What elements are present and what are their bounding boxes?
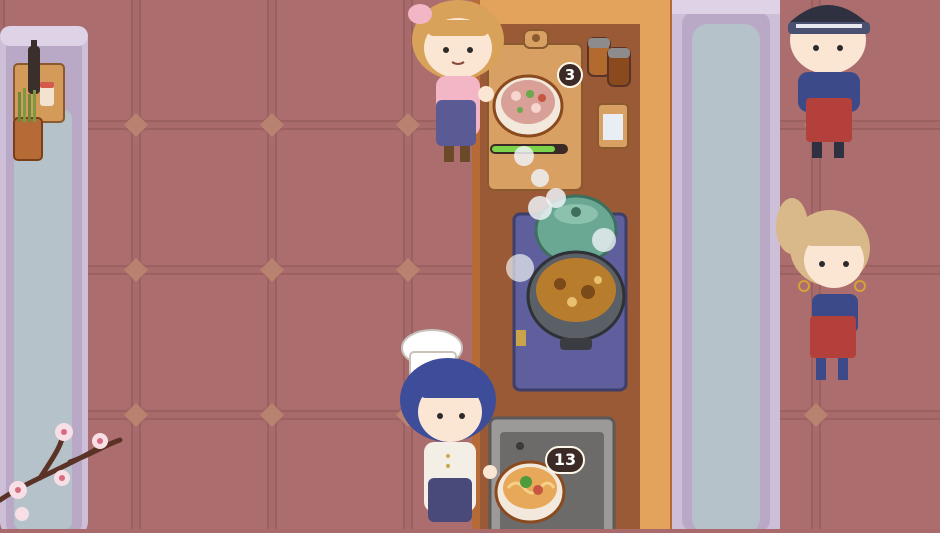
prep-bowl-icon[interactable]	[492, 74, 564, 138]
right-pillar	[672, 0, 780, 533]
prep-count-badge: 3	[557, 62, 583, 88]
serving-count-badge: 13	[545, 446, 585, 474]
scene-svg	[0, 0, 940, 533]
kitchen-scene: 3 13	[0, 0, 940, 533]
